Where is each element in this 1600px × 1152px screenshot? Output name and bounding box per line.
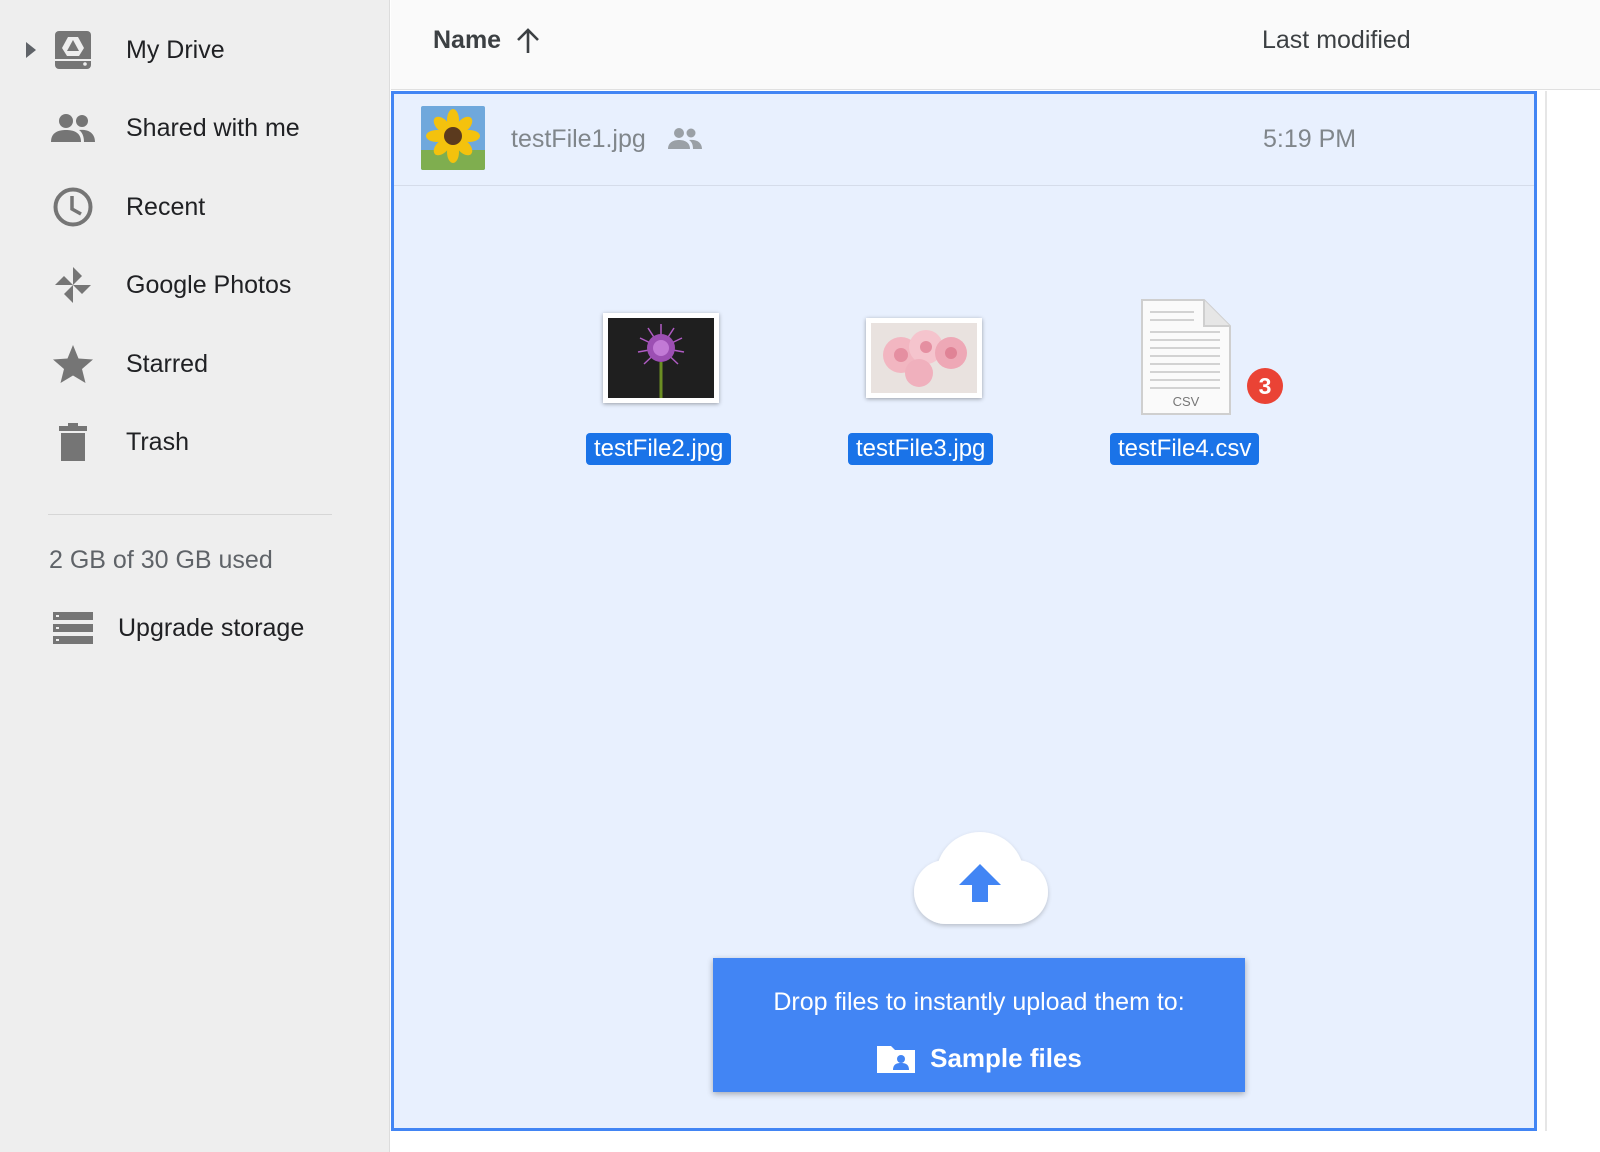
file-row[interactable]: testFile1.jpg 5:19 PM (394, 94, 1534, 186)
star-icon (50, 341, 96, 387)
sunflower-thumbnail (421, 106, 485, 170)
sidebar-item-recent[interactable]: Recent (0, 177, 390, 237)
file-modified-time: 5:19 PM (1263, 125, 1357, 153)
storage-usage-text: 2 GB of 30 GB used (49, 546, 273, 574)
sidebar-divider (48, 514, 332, 515)
sidebar: My Drive Shared with me Recent Google Ph… (0, 0, 390, 1152)
sidebar-item-shared-with-me[interactable]: Shared with me (0, 98, 390, 158)
csv-file-icon: CSV (1140, 298, 1232, 416)
drive-icon (50, 27, 96, 73)
clock-icon (50, 184, 96, 230)
upload-message: Drop files to instantly upload them to: (773, 988, 1185, 1016)
drag-item-label: testFile2.jpg (586, 433, 732, 465)
drag-item-label: testFile4.csv (1110, 433, 1260, 465)
pinwheel-icon (50, 262, 96, 308)
expand-caret-icon[interactable] (26, 42, 36, 58)
drag-count-badge: 3 (1247, 368, 1283, 404)
drag-item-label: testFile3.jpg (848, 433, 994, 465)
pink-flowers-thumbnail (866, 318, 982, 398)
sidebar-item-label: Trash (126, 427, 189, 456)
sidebar-item-starred[interactable]: Starred (0, 334, 390, 394)
upgrade-storage-link[interactable]: Upgrade storage (0, 600, 390, 656)
sidebar-item-google-photos[interactable]: Google Photos (0, 255, 390, 315)
upload-target: Sample files (713, 1042, 1245, 1074)
trash-icon (50, 419, 96, 465)
shared-folder-icon (877, 1046, 916, 1073)
sidebar-item-label: Shared with me (126, 113, 300, 142)
upload-target-name: Sample files (930, 1042, 1082, 1073)
sidebar-item-trash[interactable]: Trash (0, 412, 390, 472)
sidebar-item-label: Starred (126, 349, 208, 378)
upgrade-storage-label: Upgrade storage (118, 613, 305, 642)
sidebar-item-label: My Drive (126, 35, 225, 64)
arrow-up-icon (517, 27, 540, 53)
file-name: testFile1.jpg (511, 125, 646, 153)
people-icon (50, 105, 96, 151)
sidebar-item-label: Recent (126, 192, 206, 221)
shared-people-icon (668, 128, 702, 149)
last-modified-column-header[interactable]: Last modified (1262, 26, 1411, 55)
sidebar-item-my-drive[interactable]: My Drive (0, 20, 390, 80)
storage-icon (52, 610, 94, 646)
cloud-upload-icon (906, 830, 1054, 930)
scrollbar-track[interactable] (1545, 91, 1547, 1131)
file-list-header: Name Last modified (391, 0, 1600, 90)
purple-flower-thumbnail (603, 313, 719, 403)
sort-by-name-button[interactable]: Name (433, 26, 541, 55)
upload-destination-banner: Drop files to instantly upload them to: … (713, 958, 1245, 1092)
name-column-label: Name (433, 26, 502, 54)
file-type-text: CSV (1172, 394, 1200, 409)
sidebar-item-label: Google Photos (126, 270, 292, 299)
